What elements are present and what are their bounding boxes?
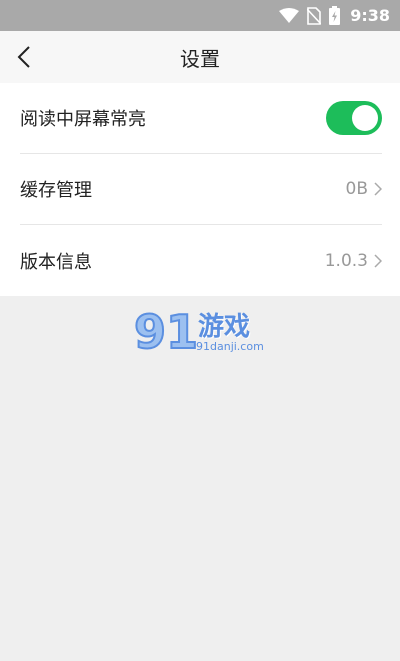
setting-label: 缓存管理 <box>20 180 92 201</box>
back-button[interactable] <box>12 43 36 71</box>
settings-list: 阅读中屏幕常亮 缓存管理 0B 版本信息 1.0.3 <box>0 83 400 296</box>
header-bar: 设置 <box>0 31 400 83</box>
battery-charging-icon <box>329 6 341 25</box>
svg-text:91: 91 <box>134 305 198 356</box>
wifi-icon <box>279 7 300 23</box>
chevron-left-icon <box>17 46 30 68</box>
watermark-logo: 91 游戏 91danji.com <box>132 302 272 360</box>
logo-91-icon: 91 <box>133 304 199 360</box>
version-value: 1.0.3 <box>324 250 368 271</box>
no-sim-icon <box>307 6 322 25</box>
cache-size-value: 0B <box>345 179 368 199</box>
watermark-text: 游戏 <box>198 312 251 342</box>
keep-screen-on-toggle[interactable] <box>326 101 382 135</box>
page-title: 设置 <box>180 46 220 71</box>
status-time: 9:38 <box>350 6 390 25</box>
setting-label: 阅读中屏幕常亮 <box>20 109 146 130</box>
toggle-knob <box>352 105 378 131</box>
chevron-right-icon <box>374 253 382 268</box>
chevron-right-icon <box>374 182 382 196</box>
status-bar: 9:38 <box>0 0 400 31</box>
setting-version-info[interactable]: 版本信息 1.0.3 <box>20 225 382 296</box>
setting-keep-screen-on[interactable]: 阅读中屏幕常亮 <box>20 83 382 154</box>
watermark-url: 91danji.com <box>196 340 264 353</box>
setting-cache-management[interactable]: 缓存管理 0B <box>20 154 382 225</box>
setting-label: 版本信息 <box>20 251 92 273</box>
